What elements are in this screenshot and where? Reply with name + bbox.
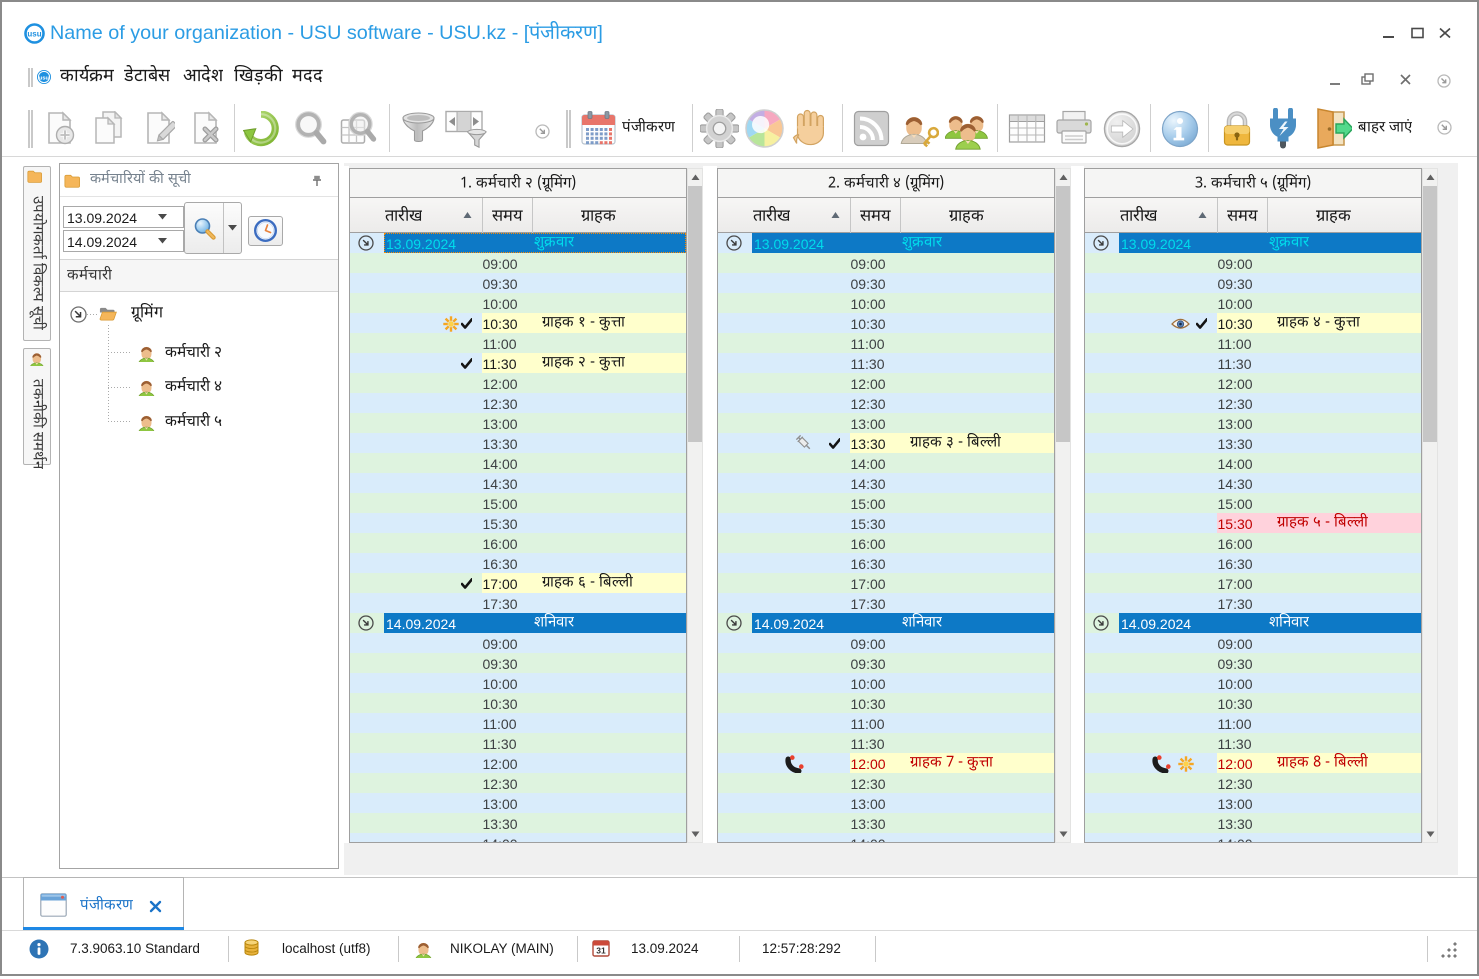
svg-text:usu: usu bbox=[27, 30, 41, 39]
svg-text:31: 31 bbox=[596, 946, 606, 956]
svg-text:usu: usu bbox=[39, 75, 50, 81]
